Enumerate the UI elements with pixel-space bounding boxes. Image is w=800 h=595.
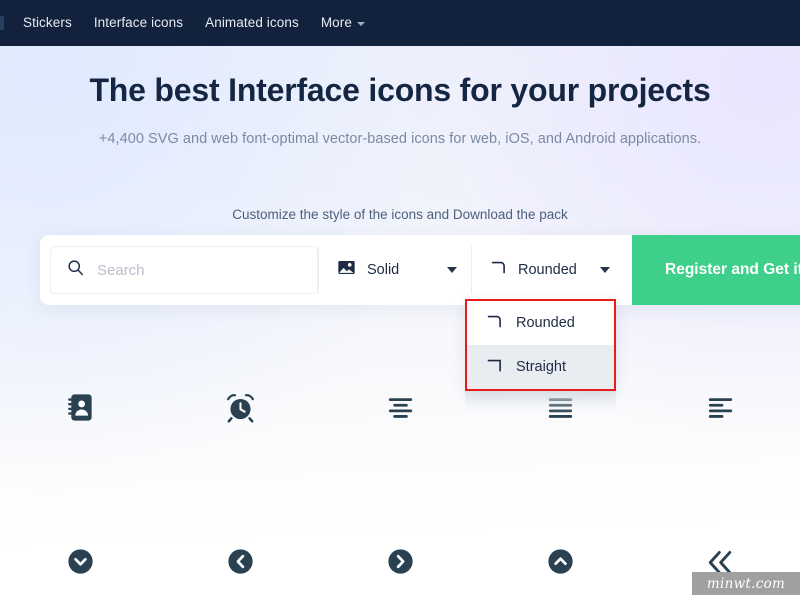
icon-results-grid bbox=[0, 375, 800, 595]
address-book-icon bbox=[65, 392, 96, 428]
icon-cell-alarm-clock[interactable] bbox=[160, 375, 320, 525]
search-icon bbox=[67, 259, 84, 281]
shape-select[interactable]: Rounded bbox=[472, 246, 624, 294]
align-left-icon bbox=[705, 392, 736, 428]
dropdown-option-straight-label: Straight bbox=[516, 359, 566, 375]
search-card: Search Solid Rounded Register and Get it bbox=[40, 235, 800, 305]
circle-chevron-right-icon bbox=[386, 547, 415, 581]
icon-cell-align-center[interactable] bbox=[320, 375, 480, 525]
icon-row bbox=[0, 525, 800, 595]
dropdown-option-rounded-label: Rounded bbox=[516, 315, 575, 331]
style-select-value: Solid bbox=[367, 262, 400, 278]
icon-cell-address-book[interactable] bbox=[0, 375, 160, 525]
caret-down-icon bbox=[447, 267, 457, 273]
icon-cell-circle-chevron-left[interactable] bbox=[160, 525, 320, 595]
nav-item-stickers[interactable]: Stickers bbox=[12, 0, 83, 46]
dropdown-option-straight[interactable]: Straight bbox=[467, 345, 614, 389]
nav-item-interface-icons[interactable]: Interface icons bbox=[83, 0, 194, 46]
nav-edge-stub bbox=[0, 16, 4, 30]
icon-row bbox=[0, 375, 800, 525]
caret-down-icon bbox=[600, 267, 610, 273]
image-solid-icon bbox=[337, 258, 356, 282]
search-field-wrapper[interactable]: Search bbox=[50, 246, 318, 294]
corner-straight-icon bbox=[486, 357, 503, 378]
nav-item-stickers-label: Stickers bbox=[23, 15, 72, 30]
nav-item-interface-icons-label: Interface icons bbox=[93, 15, 184, 30]
register-and-get-it-button[interactable]: Register and Get it bbox=[632, 235, 800, 305]
corner-rounded-icon bbox=[486, 313, 503, 334]
circle-chevron-up-icon bbox=[546, 547, 575, 581]
icon-cell-circle-chevron-down[interactable] bbox=[0, 525, 160, 595]
style-select[interactable]: Solid bbox=[319, 246, 471, 294]
nav-item-animated-icons[interactable]: Animated icons bbox=[194, 0, 310, 46]
icon-cell-circle-chevron-right[interactable] bbox=[320, 525, 480, 595]
alarm-clock-icon bbox=[225, 392, 256, 428]
shape-dropdown-menu: Rounded Straight bbox=[465, 299, 616, 391]
icon-cell-circle-chevron-up[interactable] bbox=[480, 525, 640, 595]
corner-rounded-icon bbox=[490, 259, 507, 281]
page-root: Stickers Interface icons Animated icons … bbox=[0, 0, 800, 595]
top-navigation-bar: Stickers Interface icons Animated icons … bbox=[0, 0, 800, 46]
nav-item-animated-icons-label: Animated icons bbox=[205, 15, 299, 30]
chevron-down-icon bbox=[356, 21, 365, 26]
icon-cell-align-left[interactable] bbox=[640, 375, 800, 525]
dropdown-shadow bbox=[465, 391, 616, 413]
dropdown-option-rounded[interactable]: Rounded bbox=[467, 301, 614, 345]
shape-select-value: Rounded bbox=[518, 262, 577, 278]
align-center-icon bbox=[385, 392, 416, 428]
page-title: The best Interface icons for your projec… bbox=[89, 72, 711, 108]
nav-item-more[interactable]: More bbox=[310, 0, 376, 46]
watermark: minwt.com bbox=[692, 572, 800, 595]
page-subtitle: +4,400 SVG and web font-optimal vector-b… bbox=[98, 131, 702, 147]
circle-chevron-down-icon bbox=[66, 547, 95, 581]
search-input[interactable]: Search bbox=[97, 262, 145, 279]
customize-label: Customize the style of the icons and Dow… bbox=[232, 207, 568, 222]
nav-item-more-label: More bbox=[320, 15, 352, 30]
circle-chevron-left-icon bbox=[226, 547, 255, 581]
